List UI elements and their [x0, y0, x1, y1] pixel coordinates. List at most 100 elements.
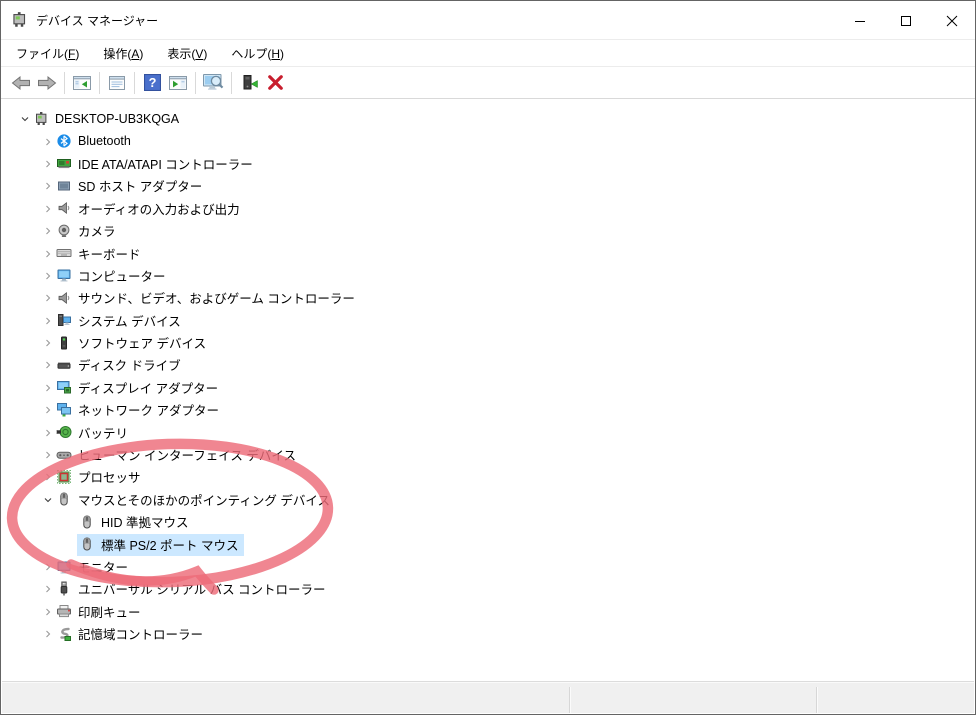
tree-item-content[interactable]: ディスク ドライブ [54, 354, 186, 376]
tree-item-content-selected[interactable]: 標準 PS/2 ポート マウス [77, 534, 244, 556]
arrow-left-icon [10, 75, 32, 91]
toolbar-separator [64, 72, 65, 94]
uninstall-icon [267, 74, 284, 91]
tree-item[interactable]: マウスとそのほかのポインティング デバイス [2, 489, 974, 511]
tree-item[interactable]: オーディオの入力および出力 [2, 198, 974, 220]
caption-buttons [837, 1, 975, 40]
tree-item[interactable]: HID 準拠マウス [2, 511, 974, 533]
printer-icon [56, 603, 72, 619]
status-pane [2, 682, 569, 713]
keyboard-icon [56, 245, 72, 261]
monitor-icon [56, 559, 72, 575]
tree-item[interactable]: Bluetooth [2, 130, 974, 152]
tree-item[interactable]: ソフトウェア デバイス [2, 332, 974, 354]
display-icon [56, 379, 72, 395]
tree-item-content[interactable]: ディスプレイ アダプター [54, 377, 223, 399]
toolbar-separator [231, 72, 232, 94]
tree-item[interactable]: システム デバイス [2, 310, 974, 332]
arrow-right-icon [36, 75, 58, 91]
tree-item[interactable]: プロセッサ [2, 466, 974, 488]
tree-item-content[interactable]: ネットワーク アダプター [54, 399, 224, 421]
forward-button[interactable] [34, 70, 60, 96]
tree-item-content[interactable]: DESKTOP-UB3KQGA [31, 110, 184, 129]
scan-hardware-changes-button[interactable] [200, 70, 227, 96]
svg-text:?: ? [148, 75, 156, 90]
menu-item-h[interactable]: ヘルプ(H) [223, 41, 292, 66]
tree-item-label: 印刷キュー [78, 602, 141, 621]
minimize-button[interactable] [837, 1, 883, 40]
menu-item-v[interactable]: 表示(V) [159, 41, 215, 66]
tree-item[interactable]: 標準 PS/2 ポート マウス [2, 533, 974, 555]
tree-item-label: サウンド、ビデオ、およびゲーム コントローラー [78, 288, 355, 307]
system-icon [56, 312, 72, 328]
tree-item-content[interactable]: モニター [54, 556, 133, 578]
help-button[interactable]: ? [139, 70, 165, 96]
menu-item-f[interactable]: ファイル(F) [8, 41, 87, 66]
tree-item-label: ソフトウェア デバイス [78, 333, 206, 352]
update-driver-button[interactable] [236, 70, 262, 96]
tree-item[interactable]: バッテリ [2, 421, 974, 443]
menu-item-a[interactable]: 操作(A) [95, 41, 151, 66]
disk-icon [56, 357, 72, 373]
tree-item-content[interactable]: コンピューター [54, 265, 171, 287]
tree-item-content[interactable]: サウンド、ビデオ、およびゲーム コントローラー [54, 287, 360, 309]
tree-item[interactable]: DESKTOP-UB3KQGA [2, 108, 974, 130]
status-pane [817, 682, 974, 713]
tree-item-content[interactable]: マウスとそのほかのポインティング デバイス [54, 489, 335, 511]
tree-item-content[interactable]: ユニバーサル シリアル バス コントローラー [54, 578, 331, 600]
show-console-tree-button[interactable] [69, 70, 95, 96]
sound-icon [56, 290, 72, 306]
show-action-pane-button[interactable] [165, 70, 191, 96]
usb-icon [56, 581, 72, 597]
statusbar [2, 681, 974, 713]
tree-item-content[interactable]: HID 準拠マウス [77, 511, 194, 533]
help-icon: ? [144, 74, 161, 91]
tree-item[interactable]: モニター [2, 556, 974, 578]
tree-item-label: DESKTOP-UB3KQGA [55, 112, 179, 126]
tree-item-content[interactable]: キーボード [54, 243, 146, 265]
titlebar[interactable]: デバイス マネージャー [1, 1, 975, 40]
scan-hardware-icon [202, 74, 225, 91]
tree-item-label: カメラ [78, 221, 116, 240]
uninstall-device-button[interactable] [262, 70, 288, 96]
tree-item-content[interactable]: プロセッサ [54, 466, 146, 488]
tree-item-content[interactable]: ヒューマン インターフェイス デバイス [54, 444, 301, 466]
tree-item[interactable]: ヒューマン インターフェイス デバイス [2, 444, 974, 466]
properties-button[interactable] [104, 70, 130, 96]
device-tree: DESKTOP-UB3KQGA Bluetooth IDE ATA/ATAPI コン… [2, 101, 974, 681]
tree-item[interactable]: コンピューター [2, 265, 974, 287]
close-button[interactable] [929, 1, 975, 40]
processor-icon [56, 469, 72, 485]
back-button[interactable] [8, 70, 34, 96]
tree-item-content[interactable]: システム デバイス [54, 310, 186, 332]
status-pane [570, 682, 816, 713]
monitor-icon [56, 267, 72, 283]
tree-item-content[interactable]: ソフトウェア デバイス [54, 332, 211, 354]
console-tree-icon [73, 75, 91, 91]
tree-item-content[interactable]: 記憶域コントローラー [54, 623, 208, 645]
tree-item-label: ユニバーサル シリアル バス コントローラー [78, 579, 326, 598]
tree-item[interactable]: 記憶域コントローラー [2, 623, 974, 645]
tree-item[interactable]: ユニバーサル シリアル バス コントローラー [2, 578, 974, 600]
tree-item-content[interactable]: 印刷キュー [54, 601, 146, 623]
tree-item-content[interactable]: Bluetooth [54, 132, 136, 151]
tree-item-content[interactable]: IDE ATA/ATAPI コントローラー [54, 153, 258, 175]
tree-item-content[interactable]: バッテリ [54, 422, 133, 444]
tree-item-content[interactable]: SD ホスト アダプター [54, 175, 207, 197]
tree-item[interactable]: ディスプレイ アダプター [2, 377, 974, 399]
tree-item[interactable]: サウンド、ビデオ、およびゲーム コントローラー [2, 287, 974, 309]
tree-item-content[interactable]: カメラ [54, 220, 121, 242]
tree-item[interactable]: キーボード [2, 242, 974, 264]
tree-item[interactable]: ネットワーク アダプター [2, 399, 974, 421]
tree-item[interactable]: ディスク ドライブ [2, 354, 974, 376]
update-driver-icon [240, 75, 259, 91]
tree-item[interactable]: カメラ [2, 220, 974, 242]
tree-item[interactable]: SD ホスト アダプター [2, 175, 974, 197]
maximize-icon [900, 15, 912, 27]
tree-item-label: システム デバイス [78, 311, 181, 330]
tree-item-content[interactable]: オーディオの入力および出力 [54, 198, 245, 220]
maximize-button[interactable] [883, 1, 929, 40]
tree-item[interactable]: 印刷キュー [2, 601, 974, 623]
tree-item[interactable]: IDE ATA/ATAPI コントローラー [2, 153, 974, 175]
software-icon [56, 335, 72, 351]
